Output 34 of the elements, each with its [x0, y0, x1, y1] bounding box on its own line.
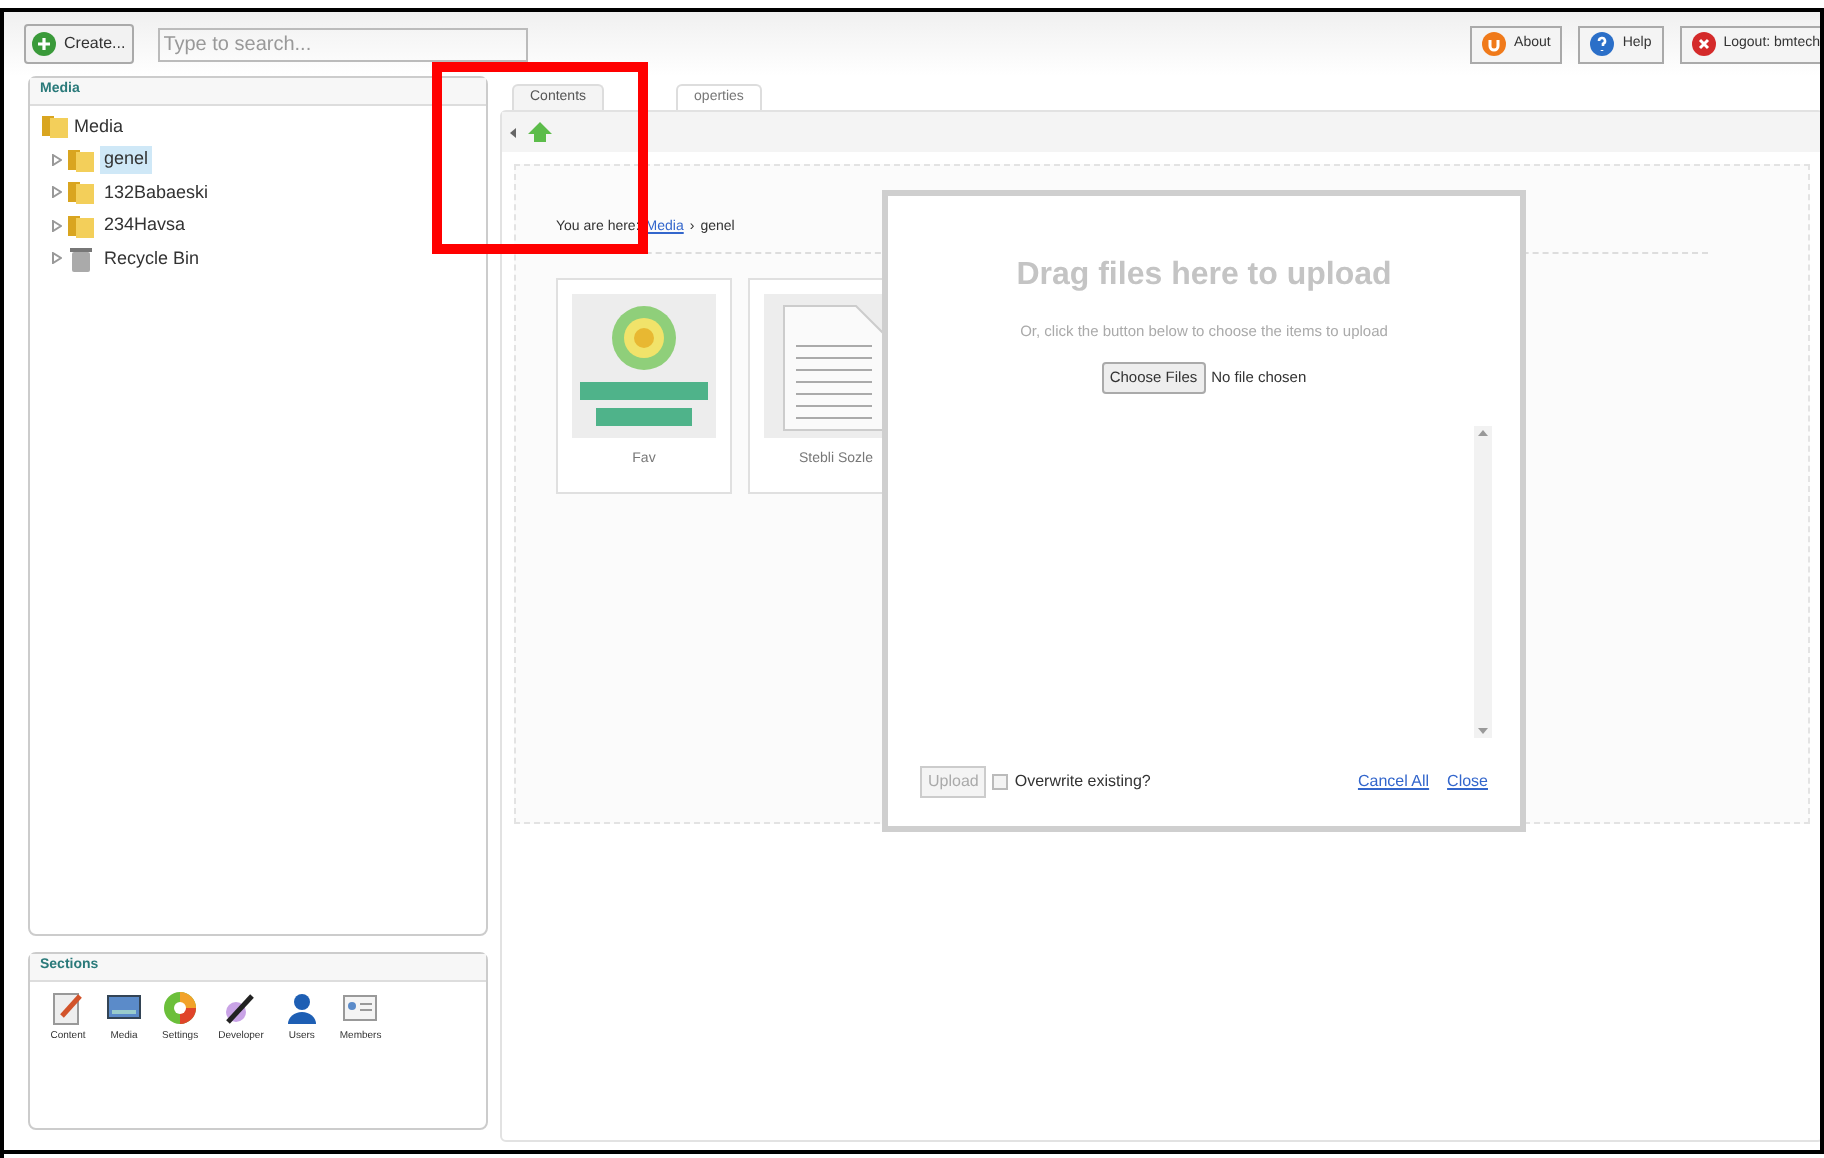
- folder-icon: [68, 147, 94, 172]
- magic-wand-icon: [222, 989, 259, 1025]
- plus-icon: [32, 32, 56, 56]
- folder-icon: [68, 213, 94, 238]
- tree-item[interactable]: Media: [74, 113, 124, 140]
- tree-item[interactable]: genel: [100, 146, 153, 173]
- id-card-icon: [342, 989, 379, 1025]
- upload-icon[interactable]: [528, 122, 552, 142]
- monitor-icon: [106, 989, 142, 1025]
- dialog-link[interactable]: Cancel All: [1357, 769, 1430, 793]
- pencil-document-icon: [50, 989, 86, 1025]
- caret-icon[interactable]: [510, 127, 516, 137]
- expand-icon[interactable]: [52, 153, 62, 166]
- scroll-down-icon[interactable]: [1478, 727, 1488, 733]
- folder-icon: [68, 180, 94, 205]
- color-wheel-icon: [162, 989, 199, 1025]
- trash-icon: [68, 245, 94, 272]
- overwrite-label: Overwrite existing?: [1014, 769, 1151, 793]
- create-button[interactable]: Create...: [24, 24, 134, 64]
- expand-icon[interactable]: [52, 252, 62, 265]
- user-icon: [283, 989, 320, 1025]
- close-icon: [1691, 32, 1716, 56]
- dialog-link[interactable]: Close: [1447, 769, 1488, 793]
- tree-item[interactable]: 234Havsa: [100, 212, 190, 239]
- scroll-up-icon[interactable]: [1478, 429, 1488, 435]
- tree-item[interactable]: Recycle Bin: [100, 245, 204, 272]
- help-icon: [1590, 32, 1615, 56]
- overwrite-checkbox[interactable]: [992, 773, 1009, 789]
- tree-item[interactable]: 132Babaeski: [100, 179, 213, 206]
- search-field[interactable]: Type to search...: [157, 27, 528, 61]
- expand-icon[interactable]: [52, 186, 62, 199]
- folder-icon: [42, 114, 68, 139]
- dialog-title: Drag files here to upload: [1016, 256, 1392, 296]
- expand-icon[interactable]: [52, 219, 62, 232]
